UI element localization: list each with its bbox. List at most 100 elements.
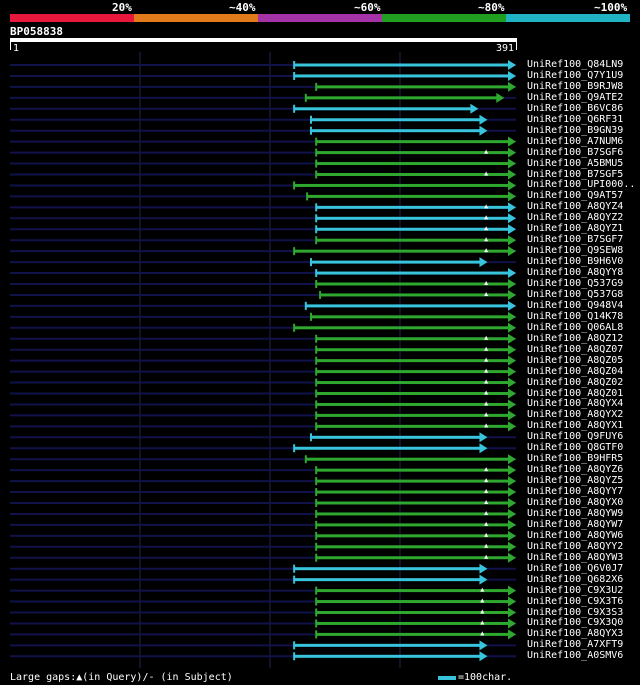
hit-alignment-bar[interactable] xyxy=(316,501,509,505)
hit-label[interactable]: UniRef100_A8QYW6 xyxy=(527,530,623,541)
hit-label[interactable]: UniRef100_A7XFT9 xyxy=(527,639,623,650)
hit-label[interactable]: UniRef100_Q06AL8 xyxy=(527,322,623,333)
hit-alignment-bar[interactable] xyxy=(316,392,509,395)
hit-label[interactable]: UniRef100_A8QYW7 xyxy=(527,519,623,530)
hit-label[interactable]: UniRef100_A8QYX4 xyxy=(527,398,623,409)
hit-alignment-bar[interactable] xyxy=(316,402,509,406)
hit-label[interactable]: UniRef100_B9RJW8 xyxy=(527,81,623,92)
hit-alignment-bar[interactable] xyxy=(316,523,509,527)
hit-label[interactable]: UniRef100_A7NUM6 xyxy=(527,136,623,147)
hit-label[interactable]: UniRef100_A8QYX0 xyxy=(527,497,623,508)
hit-label[interactable]: UniRef100_A8QYW3 xyxy=(527,552,623,563)
hit-label[interactable]: UniRef100_A8QYZ1 xyxy=(527,223,623,234)
hit-alignment-bar[interactable] xyxy=(316,140,509,144)
hit-alignment-bar[interactable] xyxy=(305,304,509,308)
hit-label[interactable]: UniRef100_Q9ATE2 xyxy=(527,92,623,103)
hit-alignment-bar[interactable] xyxy=(316,151,509,155)
hit-alignment-bar[interactable] xyxy=(316,468,509,472)
hit-label[interactable]: UniRef100_Q14K78 xyxy=(527,311,623,322)
hit-alignment-bar[interactable] xyxy=(311,129,481,133)
hit-alignment-bar[interactable] xyxy=(316,282,509,286)
hit-alignment-bar[interactable] xyxy=(294,326,509,330)
hit-label[interactable]: UniRef100_Q6V0J7 xyxy=(527,563,623,574)
hit-label[interactable]: UniRef100_Q6RF31 xyxy=(527,114,623,125)
hit-alignment-bar[interactable] xyxy=(316,589,509,593)
hit-label[interactable]: UniRef100_Q7Y1U9 xyxy=(527,70,623,81)
hit-label[interactable]: UniRef100_A8QYX2 xyxy=(527,409,623,420)
hit-alignment-bar[interactable] xyxy=(294,249,509,253)
hit-label[interactable]: UniRef100_C9X3S3 xyxy=(527,607,623,618)
hit-alignment-bar[interactable] xyxy=(316,370,509,374)
hit-label[interactable]: UniRef100_Q9SEW8 xyxy=(527,245,623,256)
hit-alignment-bar[interactable] xyxy=(294,446,481,450)
hit-alignment-bar[interactable] xyxy=(294,107,472,111)
hit-alignment-bar[interactable] xyxy=(316,359,509,363)
hit-label[interactable]: UniRef100_A8QYY2 xyxy=(527,541,623,552)
hit-alignment-bar[interactable] xyxy=(316,534,509,538)
hit-label[interactable]: UniRef100_A8QYZ6 xyxy=(527,464,623,475)
hit-alignment-bar[interactable] xyxy=(294,63,509,67)
hit-alignment-bar[interactable] xyxy=(316,512,509,516)
hit-alignment-bar[interactable] xyxy=(294,567,481,571)
hit-label[interactable]: UniRef100_Q9FUY6 xyxy=(527,431,623,442)
hit-label[interactable]: UniRef100_A0SMV6 xyxy=(527,650,623,661)
hit-label[interactable]: UniRef100_A8QYZ5 xyxy=(527,475,623,486)
hit-label[interactable]: UniRef100_A8QYZ2 xyxy=(527,212,623,223)
hit-label[interactable]: UniRef100_A8QZ07 xyxy=(527,344,623,355)
hit-alignment-bar[interactable] xyxy=(294,578,481,582)
hit-alignment-bar[interactable] xyxy=(316,348,509,352)
hit-alignment-bar[interactable] xyxy=(316,600,509,604)
hit-label[interactable]: UniRef100_C9X3U2 xyxy=(527,585,623,596)
hit-label[interactable]: UniRef100_B9H6V0 xyxy=(527,256,623,267)
hit-label[interactable]: UniRef100_A8QZ04 xyxy=(527,366,623,377)
hit-label[interactable]: UniRef100_A8QZ02 xyxy=(527,377,623,388)
hit-alignment-bar[interactable] xyxy=(316,238,509,242)
hit-label[interactable]: UniRef100_B6VC86 xyxy=(527,103,623,114)
hit-label[interactable]: UniRef100_UPI000.. xyxy=(527,179,635,190)
hit-label[interactable]: UniRef100_Q682X6 xyxy=(527,574,623,585)
hit-label[interactable]: UniRef100_A8QZ12 xyxy=(527,333,623,344)
hit-label[interactable]: UniRef100_A8QYW9 xyxy=(527,508,623,519)
hit-label[interactable]: UniRef100_A5BMU5 xyxy=(527,158,623,169)
hit-label[interactable]: UniRef100_A8QYY7 xyxy=(527,486,623,497)
hit-label[interactable]: UniRef100_A8QYX1 xyxy=(527,420,623,431)
hit-label[interactable]: UniRef100_B7SGF5 xyxy=(527,169,623,180)
hit-alignment-bar[interactable] xyxy=(316,227,509,231)
hit-alignment-bar[interactable] xyxy=(316,85,509,89)
hit-label[interactable]: UniRef100_Q537G9 xyxy=(527,278,623,289)
hit-alignment-bar[interactable] xyxy=(311,435,481,439)
hit-label[interactable]: UniRef100_Q84LN9 xyxy=(527,59,623,70)
hit-label[interactable]: UniRef100_Q537G8 xyxy=(527,289,623,300)
hit-label[interactable]: UniRef100_Q948V4 xyxy=(527,300,623,311)
hit-label[interactable]: UniRef100_A8QZ01 xyxy=(527,388,623,399)
hit-alignment-bar[interactable] xyxy=(316,205,509,209)
hit-label[interactable]: UniRef100_A8QYY8 xyxy=(527,267,623,278)
hit-alignment-bar[interactable] xyxy=(305,457,509,461)
hit-alignment-bar[interactable] xyxy=(316,162,509,166)
hit-alignment-bar[interactable] xyxy=(305,96,498,100)
hit-alignment-bar[interactable] xyxy=(316,173,509,176)
hit-alignment-bar[interactable] xyxy=(316,271,509,275)
hit-alignment-bar[interactable] xyxy=(316,413,509,417)
hit-alignment-bar[interactable] xyxy=(316,556,509,560)
hit-alignment-bar[interactable] xyxy=(311,118,481,122)
hit-label[interactable]: UniRef100_A8QYX3 xyxy=(527,628,623,639)
hit-alignment-bar[interactable] xyxy=(316,424,509,428)
hit-alignment-bar[interactable] xyxy=(316,611,509,614)
hit-label[interactable]: UniRef100_C9X3Q0 xyxy=(527,617,623,628)
hit-label[interactable]: UniRef100_C9X3T6 xyxy=(527,596,623,607)
hit-alignment-bar[interactable] xyxy=(294,643,481,647)
hit-label[interactable]: UniRef100_B7SGF7 xyxy=(527,234,623,245)
hit-alignment-bar[interactable] xyxy=(307,194,509,198)
hit-alignment-bar[interactable] xyxy=(316,381,509,385)
hit-alignment-bar[interactable] xyxy=(316,621,509,625)
hit-label[interactable]: UniRef100_Q8GTF0 xyxy=(527,442,623,453)
hit-alignment-bar[interactable] xyxy=(294,654,481,658)
hit-alignment-bar[interactable] xyxy=(316,337,509,341)
hit-alignment-bar[interactable] xyxy=(311,315,509,319)
hit-label[interactable]: UniRef100_B9GN39 xyxy=(527,125,623,136)
hit-label[interactable]: UniRef100_A8QYZ4 xyxy=(527,201,623,212)
hit-alignment-bar[interactable] xyxy=(316,545,509,549)
hit-label[interactable]: UniRef100_Q9AT57 xyxy=(527,190,623,201)
hit-alignment-bar[interactable] xyxy=(316,490,509,494)
